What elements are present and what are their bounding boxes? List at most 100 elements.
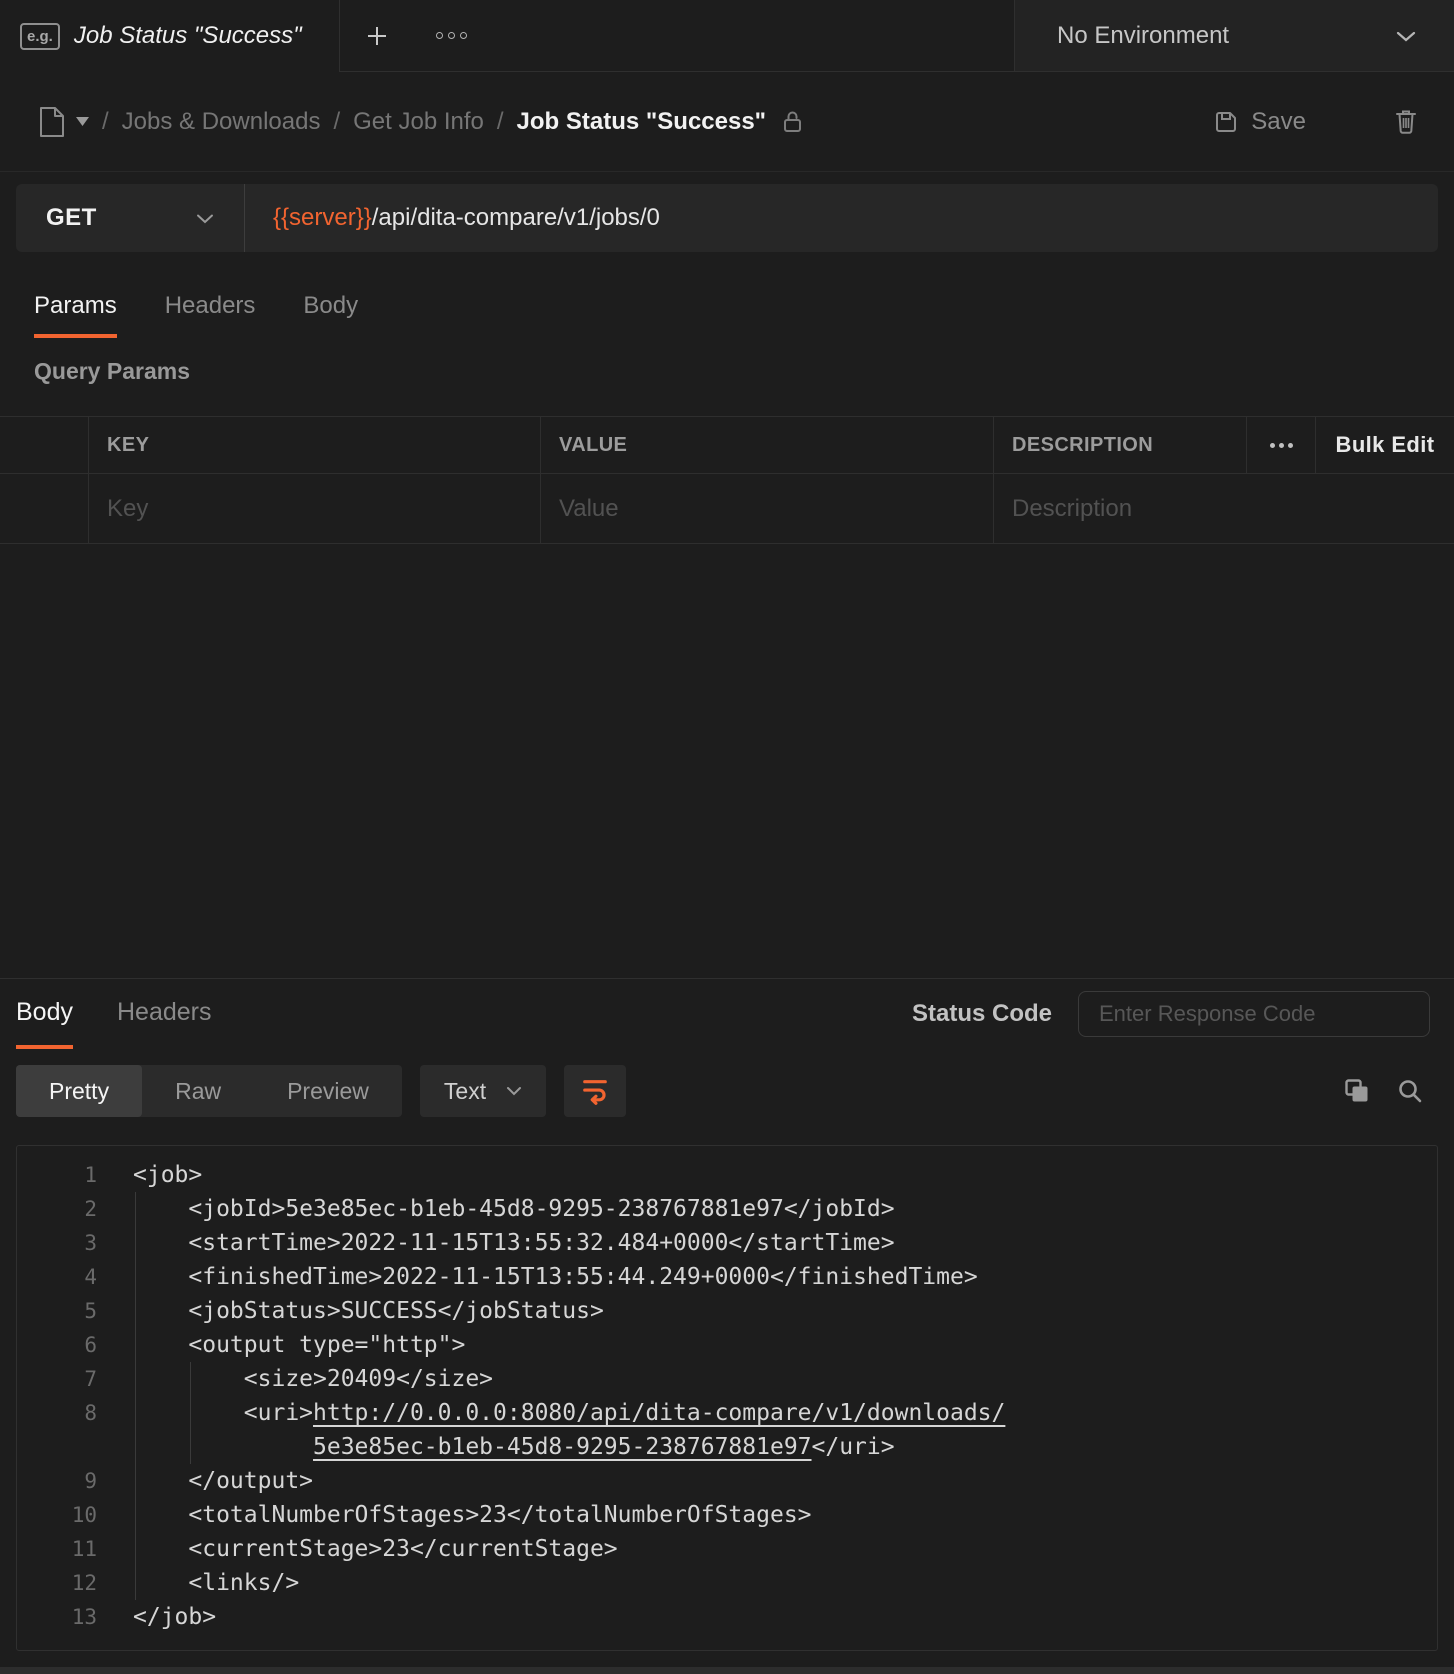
code-line: 5 <jobStatus>SUCCESS</jobStatus> — [17, 1294, 1437, 1328]
breadcrumb-item-collection[interactable]: Jobs & Downloads — [122, 108, 321, 136]
url-input[interactable]: {{server}}/api/dita-compare/v1/jobs/0 — [245, 184, 660, 252]
collection-file-icon[interactable] — [36, 105, 68, 139]
collection-caret-icon[interactable] — [76, 117, 89, 126]
bulk-edit-button[interactable]: Bulk Edit — [1315, 417, 1454, 473]
code-text: <size>20409</size> — [97, 1366, 493, 1392]
column-header-key: KEY — [88, 417, 540, 473]
code-line: 9 </output> — [17, 1464, 1437, 1498]
code-link[interactable]: http://0.0.0.0:8080/api/dita-compare/v1/… — [313, 1400, 1005, 1426]
line-number: 11 — [17, 1537, 97, 1561]
add-tab-button[interactable] — [364, 23, 390, 49]
code-text: 5e3e85ec-b1eb-45d8-9295-238767881e97</ur… — [97, 1434, 895, 1460]
line-number: 4 — [17, 1265, 97, 1289]
code-line: 5e3e85ec-b1eb-45d8-9295-238767881e97</ur… — [17, 1430, 1437, 1464]
breadcrumb-separator: / — [497, 108, 504, 136]
empty-area — [0, 544, 1454, 978]
status-code-label: Status Code — [912, 1000, 1052, 1028]
line-number: 7 — [17, 1367, 97, 1391]
wrap-lines-button[interactable] — [564, 1065, 626, 1117]
code-line: 4 <finishedTime>2022-11-15T13:55:44.249+… — [17, 1260, 1437, 1294]
code-text: <currentStage>23</currentStage> — [97, 1536, 618, 1562]
code-text: <startTime>2022-11-15T13:55:32.484+0000<… — [97, 1230, 895, 1256]
method-label: GET — [46, 204, 97, 232]
response-toolbar: Pretty Raw Preview Text — [16, 1065, 1438, 1117]
request-tabs: Params Headers Body — [34, 292, 1454, 338]
code-text: <finishedTime>2022-11-15T13:55:44.249+00… — [97, 1264, 978, 1290]
code-line: 7 <size>20409</size> — [17, 1362, 1437, 1396]
line-number: 2 — [17, 1197, 97, 1221]
response-tab-headers[interactable]: Headers — [117, 979, 212, 1049]
key-input[interactable]: Key — [88, 474, 540, 543]
code-line: 13</job> — [17, 1600, 1437, 1634]
request-url-row: GET {{server}}/api/dita-compare/v1/jobs/… — [0, 172, 1454, 252]
breadcrumb-separator: / — [102, 108, 109, 136]
view-mode-switcher: Pretty Raw Preview — [16, 1065, 402, 1117]
response-tab-body[interactable]: Body — [16, 979, 73, 1049]
response-header: Body Headers Status Code — [0, 979, 1454, 1049]
chevron-down-icon — [196, 213, 214, 224]
breadcrumb: / Jobs & Downloads / Get Job Info / Job … — [0, 72, 1454, 172]
view-preview-button[interactable]: Preview — [254, 1065, 402, 1117]
tab-headers[interactable]: Headers — [165, 292, 256, 338]
line-number: 12 — [17, 1571, 97, 1595]
indent-guide — [190, 1362, 191, 1464]
save-button[interactable]: Save — [1213, 108, 1306, 136]
line-number: 13 — [17, 1605, 97, 1629]
response-body-viewer: 1<job>2 <jobId>5e3e85ec-b1eb-45d8-9295-2… — [16, 1145, 1438, 1651]
format-dropdown[interactable]: Text — [420, 1065, 546, 1117]
code-line: 11 <currentStage>23</currentStage> — [17, 1532, 1437, 1566]
line-number: 10 — [17, 1503, 97, 1527]
tab-options-icon[interactable] — [436, 32, 467, 39]
format-label: Text — [444, 1078, 486, 1105]
breadcrumb-current: Job Status "Success" — [517, 108, 767, 136]
description-input[interactable]: Description — [993, 474, 1454, 543]
code-line: 2 <jobId>5e3e85ec-b1eb-45d8-9295-2387678… — [17, 1192, 1437, 1226]
environment-label: No Environment — [1057, 22, 1229, 50]
code-text: </output> — [97, 1468, 313, 1494]
code-text: </job> — [97, 1604, 216, 1630]
code-line: 10 <totalNumberOfStages>23</totalNumberO… — [17, 1498, 1437, 1532]
chevron-down-icon — [1396, 30, 1416, 42]
delete-button[interactable] — [1394, 108, 1418, 135]
view-raw-button[interactable]: Raw — [142, 1065, 254, 1117]
line-number: 9 — [17, 1469, 97, 1493]
view-pretty-button[interactable]: Pretty — [16, 1065, 142, 1117]
line-number: 8 — [17, 1401, 97, 1425]
wrap-text-icon — [581, 1078, 609, 1105]
code-line: 3 <startTime>2022-11-15T13:55:32.484+000… — [17, 1226, 1437, 1260]
request-tab[interactable]: e.g. Job Status "Success" — [0, 0, 340, 72]
example-badge: e.g. — [20, 23, 60, 50]
query-params-label: Query Params — [34, 356, 1454, 386]
indent-guide — [135, 1192, 136, 1600]
code-text: <jobStatus>SUCCESS</jobStatus> — [97, 1298, 604, 1324]
url-bar: GET {{server}}/api/dita-compare/v1/jobs/… — [16, 184, 1438, 252]
search-icon[interactable] — [1397, 1078, 1424, 1105]
tab-body[interactable]: Body — [303, 292, 358, 338]
table-row: Key Value Description — [0, 474, 1454, 544]
breadcrumb-separator: / — [333, 108, 340, 136]
line-number: 5 — [17, 1299, 97, 1323]
tab-params[interactable]: Params — [34, 292, 117, 338]
code-text: <links/> — [97, 1570, 299, 1596]
save-icon — [1213, 109, 1239, 135]
tab-actions — [340, 0, 1014, 72]
code-lines: 1<job>2 <jobId>5e3e85ec-b1eb-45d8-9295-2… — [17, 1158, 1437, 1634]
table-header-row: KEY VALUE DESCRIPTION Bulk Edit — [0, 417, 1454, 474]
table-options-icon[interactable] — [1246, 417, 1315, 473]
status-code-input[interactable] — [1078, 991, 1430, 1037]
environment-selector[interactable]: No Environment — [1014, 0, 1454, 72]
code-line: 8 <uri>http://0.0.0.0:8080/api/dita-comp… — [17, 1396, 1437, 1430]
copy-icon[interactable] — [1343, 1077, 1371, 1105]
line-number: 6 — [17, 1333, 97, 1357]
request-tab-title: Job Status "Success" — [74, 22, 302, 50]
code-link[interactable]: 5e3e85ec-b1eb-45d8-9295-238767881e97 — [313, 1434, 812, 1460]
breadcrumb-item-folder[interactable]: Get Job Info — [353, 108, 484, 136]
value-input[interactable]: Value — [540, 474, 993, 543]
url-path: /api/dita-compare/v1/jobs/0 — [372, 204, 660, 232]
line-number: 3 — [17, 1231, 97, 1255]
response-actions — [1343, 1077, 1424, 1105]
code-line: 1<job> — [17, 1158, 1437, 1192]
method-dropdown[interactable]: GET — [16, 184, 244, 252]
response-section: Body Headers Status Code Pretty Raw Prev… — [0, 978, 1454, 1651]
code-text: <job> — [97, 1162, 202, 1188]
